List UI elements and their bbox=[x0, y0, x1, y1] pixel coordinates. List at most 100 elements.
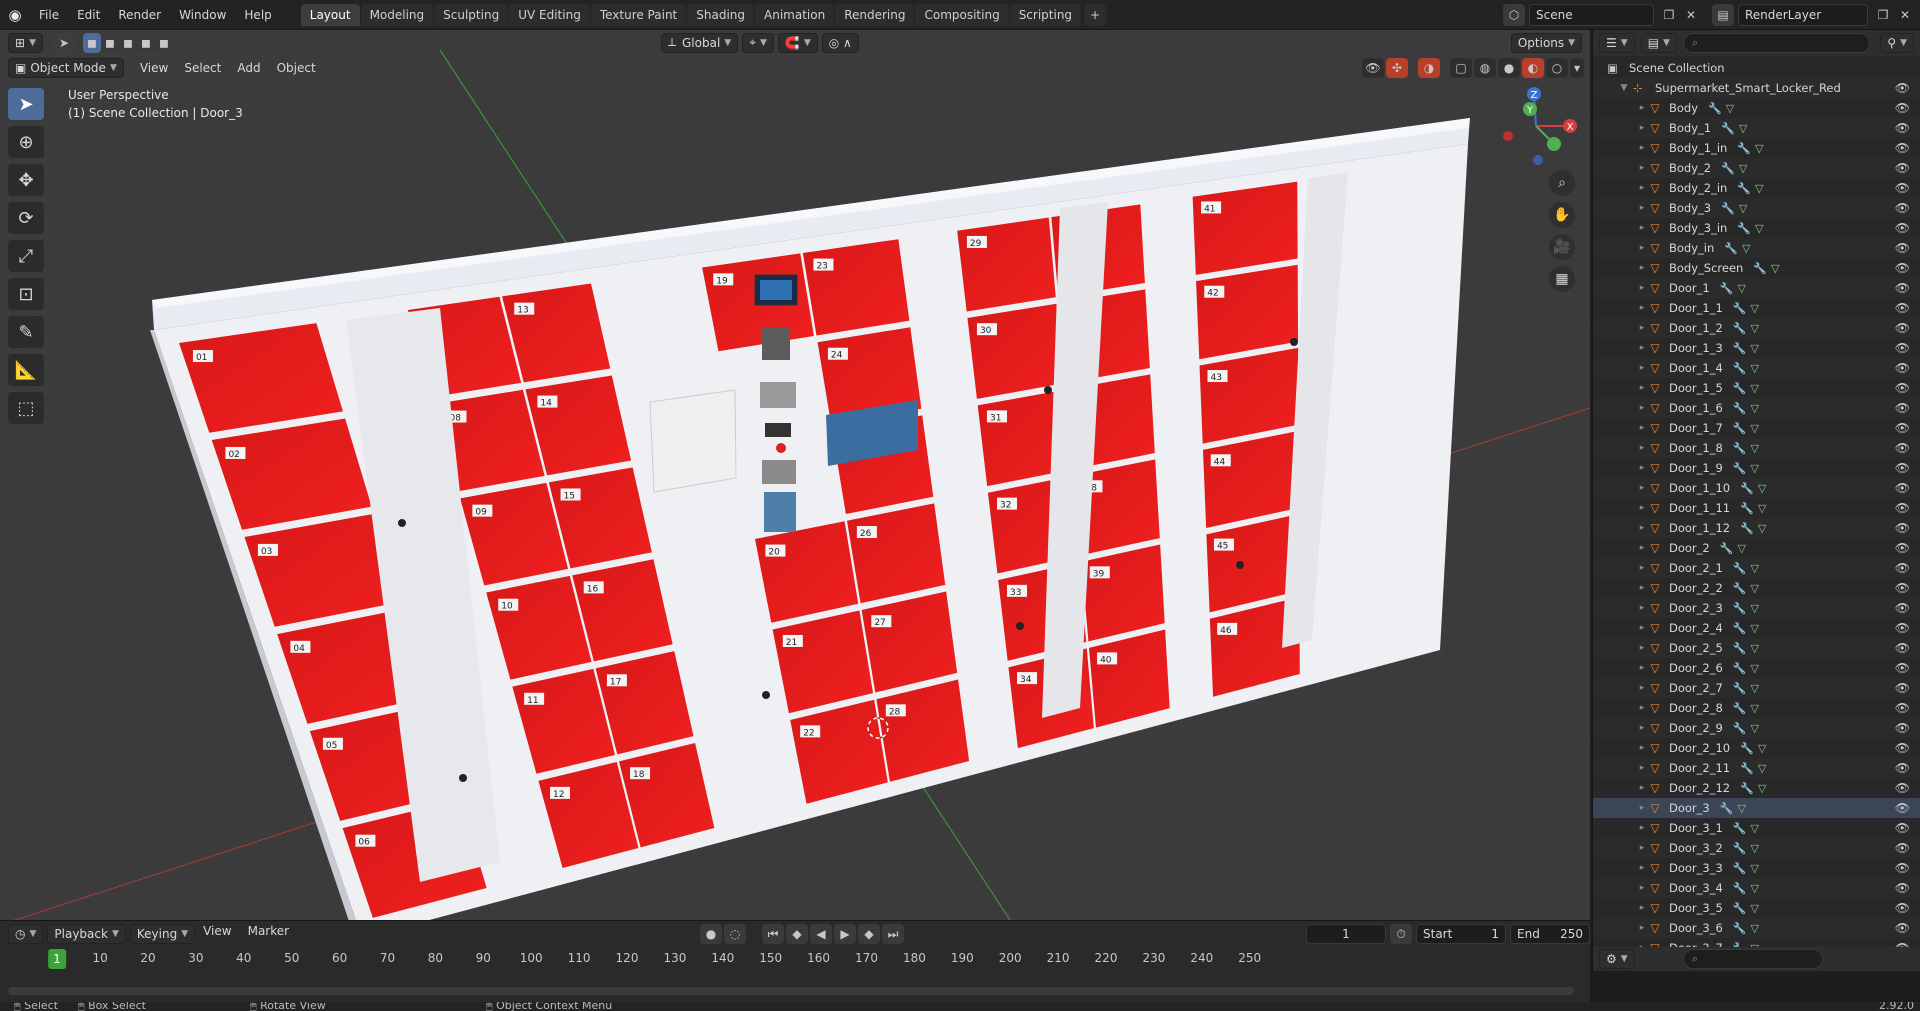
outliner-object-row[interactable]: ▸ ▽ Door_1 🔧 ▽ 👁 bbox=[1593, 278, 1920, 298]
expand-icon[interactable]: ▸ bbox=[1637, 403, 1647, 413]
eye-icon[interactable]: 👁 bbox=[1895, 921, 1910, 935]
tab-texture-paint[interactable]: Texture Paint bbox=[590, 3, 687, 26]
timeline-ruler[interactable]: 1 10 20 30 40 50 60 70 80 90 100 110 120 130 140 150 16… bbox=[0, 949, 1590, 971]
pan-hand-icon[interactable]: ✋ bbox=[1549, 202, 1575, 228]
outliner-object-row[interactable]: ▸ ▽ Door_3 🔧 ▽ 👁 bbox=[1593, 798, 1920, 818]
eye-icon[interactable]: 👁 bbox=[1895, 581, 1910, 595]
eye-icon[interactable]: 👁 bbox=[1895, 721, 1910, 735]
outliner-object-row[interactable]: ▸ ▽ Door_2_1 🔧 ▽ 👁 bbox=[1593, 558, 1920, 578]
outliner-object-row[interactable]: ▸ ▽ Body 🔧 ▽ 👁 bbox=[1593, 98, 1920, 118]
eye-icon[interactable]: 👁 bbox=[1895, 181, 1910, 195]
outliner-object-row[interactable]: ▸ ▽ Door_2_2 🔧 ▽ 👁 bbox=[1593, 578, 1920, 598]
eye-icon[interactable]: 👁 bbox=[1895, 441, 1910, 455]
eye-icon[interactable]: 👁 bbox=[1895, 301, 1910, 315]
transform-orientation-dropdown[interactable]: ⟂ Global ▼ bbox=[660, 32, 739, 53]
proportional-edit-dropdown[interactable]: ◎ ∧ bbox=[821, 32, 859, 53]
outliner-object-row[interactable]: ▸ ▽ Door_2_12 🔧 ▽ 👁 bbox=[1593, 778, 1920, 798]
eye-icon[interactable]: 👁 bbox=[1895, 161, 1910, 175]
play-reverse-icon[interactable]: ◀ bbox=[810, 924, 832, 944]
eye-icon[interactable]: 👁 bbox=[1895, 881, 1910, 895]
outliner-object-row[interactable]: ▸ ▽ Door_2_9 🔧 ▽ 👁 bbox=[1593, 718, 1920, 738]
expand-icon[interactable]: ▸ bbox=[1637, 763, 1647, 773]
expand-icon[interactable]: ▸ bbox=[1637, 123, 1647, 133]
jump-end-icon[interactable]: ⏭ bbox=[882, 924, 904, 944]
eye-icon[interactable]: 👁 bbox=[1895, 821, 1910, 835]
zoom-icon[interactable]: ⌕ bbox=[1549, 170, 1575, 196]
expand-icon[interactable]: ▸ bbox=[1637, 163, 1647, 173]
outliner-object-row[interactable]: ▸ ▽ Body_2_in 🔧 ▽ 👁 bbox=[1593, 178, 1920, 198]
playhead[interactable]: 1 bbox=[48, 949, 66, 969]
eye-icon[interactable]: 👁 bbox=[1895, 141, 1910, 155]
outliner-object-row[interactable]: ▸ ▽ Door_1_5 🔧 ▽ 👁 bbox=[1593, 378, 1920, 398]
expand-icon[interactable]: ▸ bbox=[1637, 623, 1647, 633]
eye-icon[interactable]: 👁 bbox=[1895, 501, 1910, 515]
expand-icon[interactable]: ▸ bbox=[1637, 563, 1647, 573]
new-scene-icon[interactable]: ❐ bbox=[1658, 4, 1680, 26]
eye-icon[interactable]: 👁 bbox=[1895, 201, 1910, 215]
outliner-object-row[interactable]: ▸ ▽ Door_2_8 🔧 ▽ 👁 bbox=[1593, 698, 1920, 718]
outliner-object-row[interactable]: ▸ ▽ Door_1_4 🔧 ▽ 👁 bbox=[1593, 358, 1920, 378]
expand-icon[interactable]: ▸ bbox=[1637, 383, 1647, 393]
select-invert-icon[interactable]: ◼ bbox=[136, 32, 155, 53]
select-box-tool-icon[interactable]: ➤ bbox=[8, 88, 44, 120]
current-frame-field[interactable]: 1 bbox=[1306, 924, 1386, 944]
expand-icon[interactable]: ▸ bbox=[1637, 363, 1647, 373]
editor-type-dropdown[interactable]: ⊞ ▼ bbox=[8, 32, 43, 53]
outliner-object-row[interactable]: ▸ ▽ Body_1_in 🔧 ▽ 👁 bbox=[1593, 138, 1920, 158]
eye-icon[interactable]: 👁 bbox=[1895, 121, 1910, 135]
material-shading-icon[interactable]: ◐ bbox=[1522, 57, 1544, 78]
camera-icon[interactable]: 🎥 bbox=[1549, 234, 1575, 260]
eye-icon[interactable]: 👁 bbox=[1895, 461, 1910, 475]
expand-icon[interactable]: ▸ bbox=[1637, 283, 1647, 293]
eye-icon[interactable]: 👁 bbox=[1895, 381, 1910, 395]
outliner-object-row[interactable]: ▸ ▽ Door_2_3 🔧 ▽ 👁 bbox=[1593, 598, 1920, 618]
expand-icon[interactable]: ▸ bbox=[1637, 543, 1647, 553]
eye-icon[interactable]: 👁 bbox=[1895, 701, 1910, 715]
snap-dropdown[interactable]: 🧲 ▼ bbox=[777, 32, 818, 53]
outliner-object-row[interactable]: ▸ ▽ Door_2_7 🔧 ▽ 👁 bbox=[1593, 678, 1920, 698]
eye-icon[interactable]: 👁 bbox=[1895, 561, 1910, 575]
prev-keyframe-icon[interactable]: ◆ bbox=[786, 924, 808, 944]
add-workspace-icon[interactable]: + bbox=[1084, 3, 1107, 26]
expand-icon[interactable]: ▸ bbox=[1637, 343, 1647, 353]
tab-shading[interactable]: Shading bbox=[687, 3, 754, 26]
expand-icon[interactable]: ▸ bbox=[1637, 863, 1647, 873]
timeline-editor-dropdown[interactable]: ◷ ▼ bbox=[8, 924, 44, 944]
jump-start-icon[interactable]: ⏮ bbox=[762, 924, 784, 944]
eye-icon[interactable]: 👁 bbox=[1895, 601, 1910, 615]
scene-field[interactable]: Scene bbox=[1529, 4, 1654, 26]
auto-key-icon[interactable]: ◌ bbox=[724, 924, 746, 944]
measure-tool-icon[interactable]: 📐 bbox=[8, 354, 44, 386]
expand-icon[interactable]: ▸ bbox=[1637, 443, 1647, 453]
outliner-object-row[interactable]: ▸ ▽ Door_1_6 🔧 ▽ 👁 bbox=[1593, 398, 1920, 418]
expand-icon[interactable]: ▸ bbox=[1637, 883, 1647, 893]
outliner-object-row[interactable]: ▸ ▽ Door_1_11 🔧 ▽ 👁 bbox=[1593, 498, 1920, 518]
expand-icon[interactable]: ▸ bbox=[1637, 783, 1647, 793]
start-frame-field[interactable]: Start 1 bbox=[1416, 924, 1506, 944]
eye-icon[interactable]: 👁 bbox=[1895, 861, 1910, 875]
eye-icon[interactable]: 👁 bbox=[1895, 241, 1910, 255]
tab-layout[interactable]: Layout bbox=[300, 3, 360, 26]
tab-scripting[interactable]: Scripting bbox=[1009, 3, 1082, 26]
expand-icon[interactable]: ▸ bbox=[1637, 423, 1647, 433]
expand-icon[interactable]: ▸ bbox=[1637, 643, 1647, 653]
end-frame-field[interactable]: End 250 bbox=[1510, 924, 1590, 944]
eye-icon[interactable]: 👁 bbox=[1895, 661, 1910, 675]
outliner-object-row[interactable]: ▸ ▽ Body_3 🔧 ▽ 👁 bbox=[1593, 198, 1920, 218]
outliner-collection[interactable]: ▼ ⊹ Supermarket_Smart_Locker_Red 👁 bbox=[1593, 78, 1920, 98]
rendered-shading-icon[interactable]: ○ bbox=[1546, 57, 1568, 78]
expand-icon[interactable]: ▸ bbox=[1637, 183, 1647, 193]
outliner-object-row[interactable]: ▸▽Door_3_7🔧▽👁 bbox=[1593, 938, 1920, 947]
eye-icon[interactable]: 👁 bbox=[1895, 421, 1910, 435]
expand-icon[interactable]: ▸ bbox=[1637, 663, 1647, 673]
outliner-object-row[interactable]: ▸ ▽ Body_1 🔧 ▽ 👁 bbox=[1593, 118, 1920, 138]
expand-icon[interactable]: ▸ bbox=[1637, 903, 1647, 913]
delete-layer-icon[interactable]: ✕ bbox=[1894, 4, 1916, 26]
expand-icon[interactable]: ▸ bbox=[1637, 843, 1647, 853]
transform-tool-icon[interactable]: ⊡ bbox=[8, 278, 44, 310]
expand-icon[interactable]: ▸ bbox=[1637, 923, 1647, 933]
eye-icon[interactable]: 👁 bbox=[1895, 681, 1910, 695]
expand-icon[interactable]: ▸ bbox=[1637, 823, 1647, 833]
expand-icon[interactable]: ▸ bbox=[1637, 223, 1647, 233]
outliner-object-row[interactable]: ▸ ▽ Door_2_10 🔧 ▽ 👁 bbox=[1593, 738, 1920, 758]
